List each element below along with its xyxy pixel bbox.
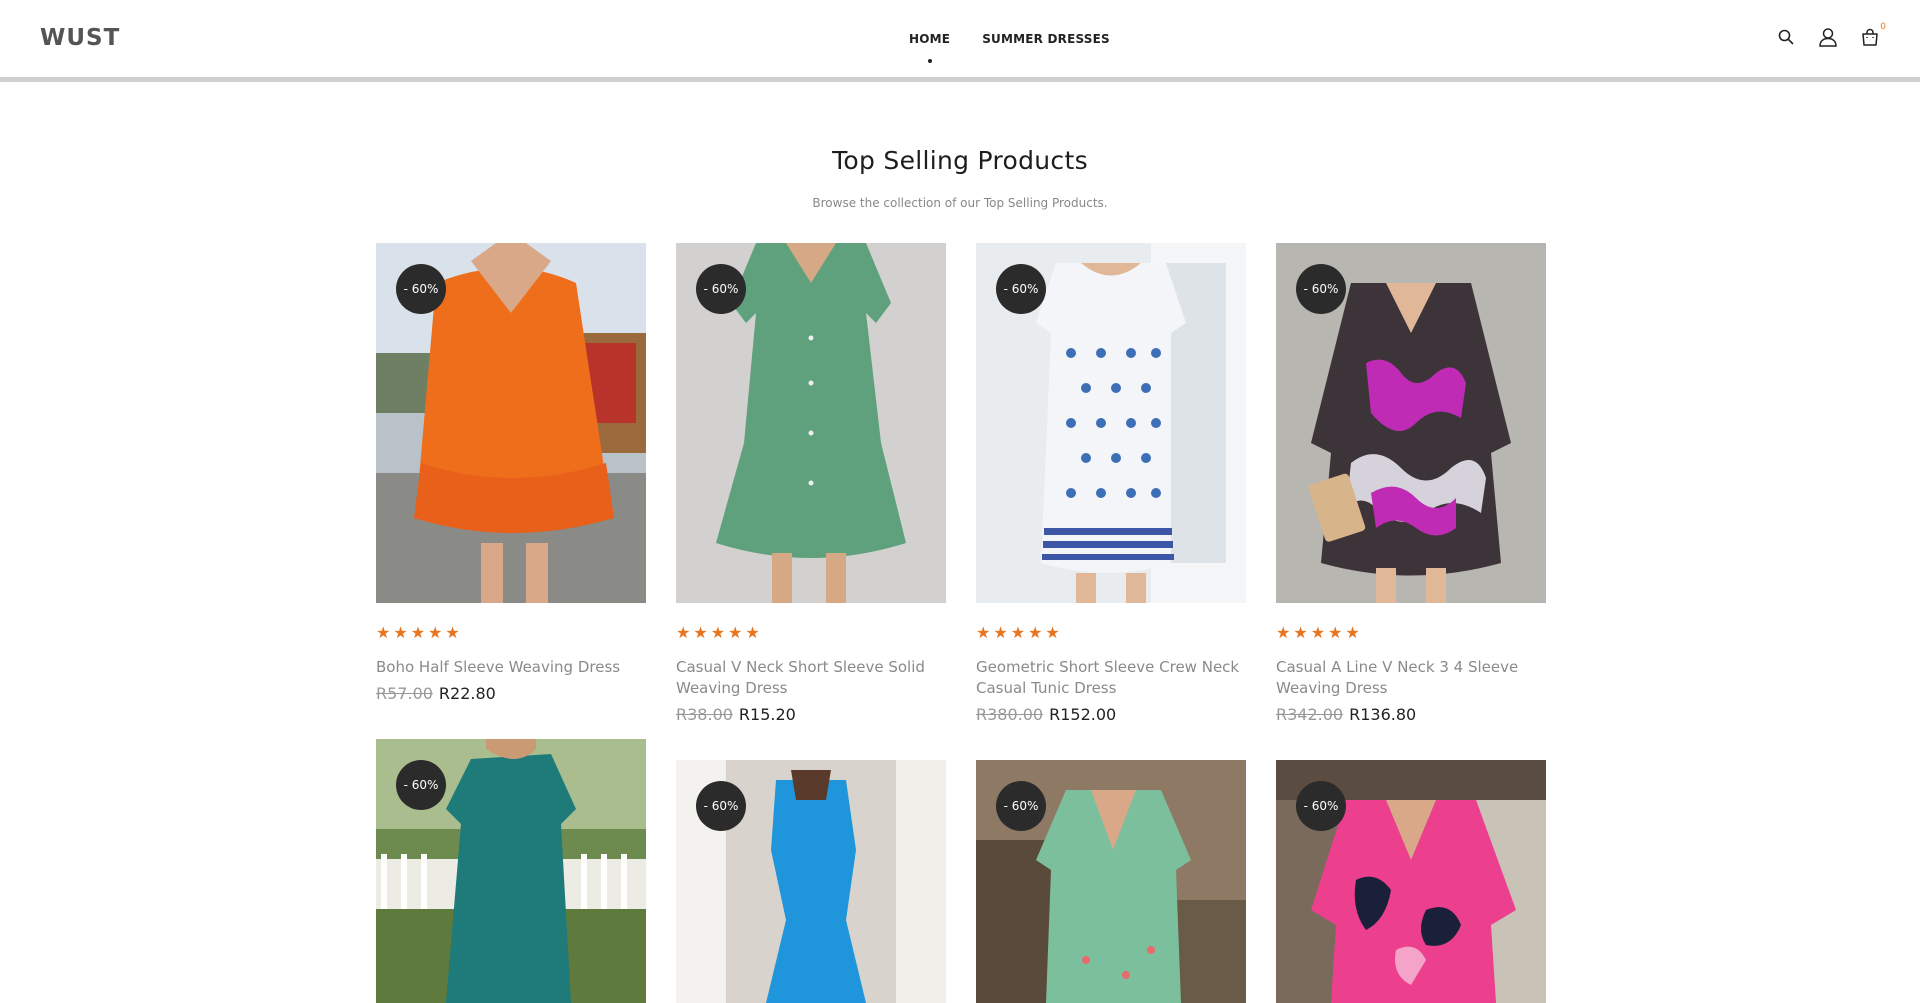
star-icon: ★ xyxy=(993,623,1008,642)
nav-home-label: HOME xyxy=(909,32,951,46)
product-card[interactable]: - 60% xyxy=(976,760,1246,1003)
discount-badge: - 60% xyxy=(1296,264,1346,314)
product-image[interactable]: - 60% xyxy=(376,243,646,603)
section-title: Top Selling Products xyxy=(832,146,1088,175)
product-image[interactable]: - 60% xyxy=(1276,760,1546,1003)
sale-price: R15.20 xyxy=(738,705,796,724)
star-icon: ★ xyxy=(376,623,391,642)
cart-icon[interactable]: 0 xyxy=(1860,22,1886,48)
star-icon: ★ xyxy=(410,623,426,642)
star-icon: ★ xyxy=(1345,623,1360,642)
product-price: R380.00 R152.00 xyxy=(976,705,1246,724)
nav-summer-dresses[interactable]: SUMMER DRESSES xyxy=(982,32,1110,63)
sale-price: R136.80 xyxy=(1349,705,1417,724)
star-icon: ★ xyxy=(1328,623,1343,642)
star-icon: ★ xyxy=(393,623,408,642)
site-header: WUST HOME SUMMER DRESSES 0 xyxy=(0,0,1920,82)
product-image[interactable]: - 60% xyxy=(376,739,646,1003)
star-icon: ★ xyxy=(445,623,460,642)
old-price: R57.00 xyxy=(376,684,433,703)
rating-stars: ★ ★ ★ ★ ★ xyxy=(1276,625,1546,641)
product-image[interactable]: - 60% xyxy=(976,760,1246,1003)
product-card[interactable]: - 60% ★ ★ ★ ★ ★ Casual V Neck Short Sleeve S… xyxy=(676,243,946,724)
product-title[interactable]: Geometric Short Sleeve Crew Neck Casual … xyxy=(976,657,1246,699)
product-price: R342.00 R136.80 xyxy=(1276,705,1546,724)
discount-badge: - 60% xyxy=(696,781,746,831)
star-icon: ★ xyxy=(1310,623,1326,642)
product-card[interactable]: - 60% xyxy=(676,760,946,1003)
star-icon: ★ xyxy=(693,623,708,642)
star-icon: ★ xyxy=(1276,623,1291,642)
product-card[interactable]: - 60% ★ ★ ★ ★ ★ Boho Half Sleeve Weaving Dre… xyxy=(376,243,646,703)
star-icon: ★ xyxy=(1293,623,1308,642)
rating-stars: ★ ★ ★ ★ ★ xyxy=(976,625,1246,641)
discount-badge: - 60% xyxy=(996,264,1046,314)
discount-badge: - 60% xyxy=(696,264,746,314)
rating-stars: ★ ★ ★ ★ ★ xyxy=(376,625,646,641)
product-card[interactable]: - 60% ★ ★ ★ ★ ★ Geometric Short Sleeve Crew … xyxy=(976,243,1246,724)
search-icon[interactable] xyxy=(1776,26,1796,48)
star-icon: ★ xyxy=(428,623,443,642)
product-card[interactable]: - 60% xyxy=(376,739,646,1003)
star-icon: ★ xyxy=(1045,623,1060,642)
star-icon: ★ xyxy=(728,623,743,642)
cart-count-badge: 0 xyxy=(1880,22,1886,32)
sale-price: R22.80 xyxy=(438,684,496,703)
star-icon: ★ xyxy=(976,623,991,642)
discount-badge: - 60% xyxy=(996,781,1046,831)
main-nav: HOME SUMMER DRESSES xyxy=(909,32,1142,63)
product-title[interactable]: Casual V Neck Short Sleeve Solid Weaving… xyxy=(676,657,946,699)
old-price: R342.00 xyxy=(1276,705,1344,724)
product-image[interactable]: - 60% xyxy=(676,760,946,1003)
logo[interactable]: WUST xyxy=(40,25,120,51)
product-card[interactable]: - 60% ★ ★ ★ ★ ★ Casual A Line V Neck 3 4 Sle… xyxy=(1276,243,1546,724)
old-price: R38.00 xyxy=(676,705,733,724)
product-price: R38.00 R15.20 xyxy=(676,705,946,724)
old-price: R380.00 xyxy=(976,705,1044,724)
star-icon: ★ xyxy=(745,623,760,642)
star-icon: ★ xyxy=(1010,623,1026,642)
discount-badge: - 60% xyxy=(1296,781,1346,831)
nav-home[interactable]: HOME xyxy=(909,32,950,63)
nav-summer-dresses-label: SUMMER DRESSES xyxy=(982,32,1110,46)
star-icon: ★ xyxy=(676,623,691,642)
header-icons: 0 xyxy=(1776,22,1886,48)
rating-stars: ★ ★ ★ ★ ★ xyxy=(676,625,946,641)
active-indicator xyxy=(927,59,932,63)
product-card[interactable]: - 60% xyxy=(1276,760,1546,1003)
user-icon[interactable] xyxy=(1818,26,1838,48)
star-icon: ★ xyxy=(1028,623,1043,642)
product-price: R57.00 R22.80 xyxy=(376,684,646,703)
discount-badge: - 60% xyxy=(396,264,446,314)
product-title[interactable]: Casual A Line V Neck 3 4 Sleeve Weaving … xyxy=(1276,657,1546,699)
section-subtitle: Browse the collection of our Top Selling… xyxy=(812,196,1108,210)
product-image[interactable]: - 60% xyxy=(976,243,1246,603)
product-title[interactable]: Boho Half Sleeve Weaving Dress xyxy=(376,657,646,678)
discount-badge: - 60% xyxy=(396,760,446,810)
star-icon: ★ xyxy=(710,623,726,642)
product-image[interactable]: - 60% xyxy=(676,243,946,603)
product-image[interactable]: - 60% xyxy=(1276,243,1546,603)
sale-price: R152.00 xyxy=(1049,705,1117,724)
